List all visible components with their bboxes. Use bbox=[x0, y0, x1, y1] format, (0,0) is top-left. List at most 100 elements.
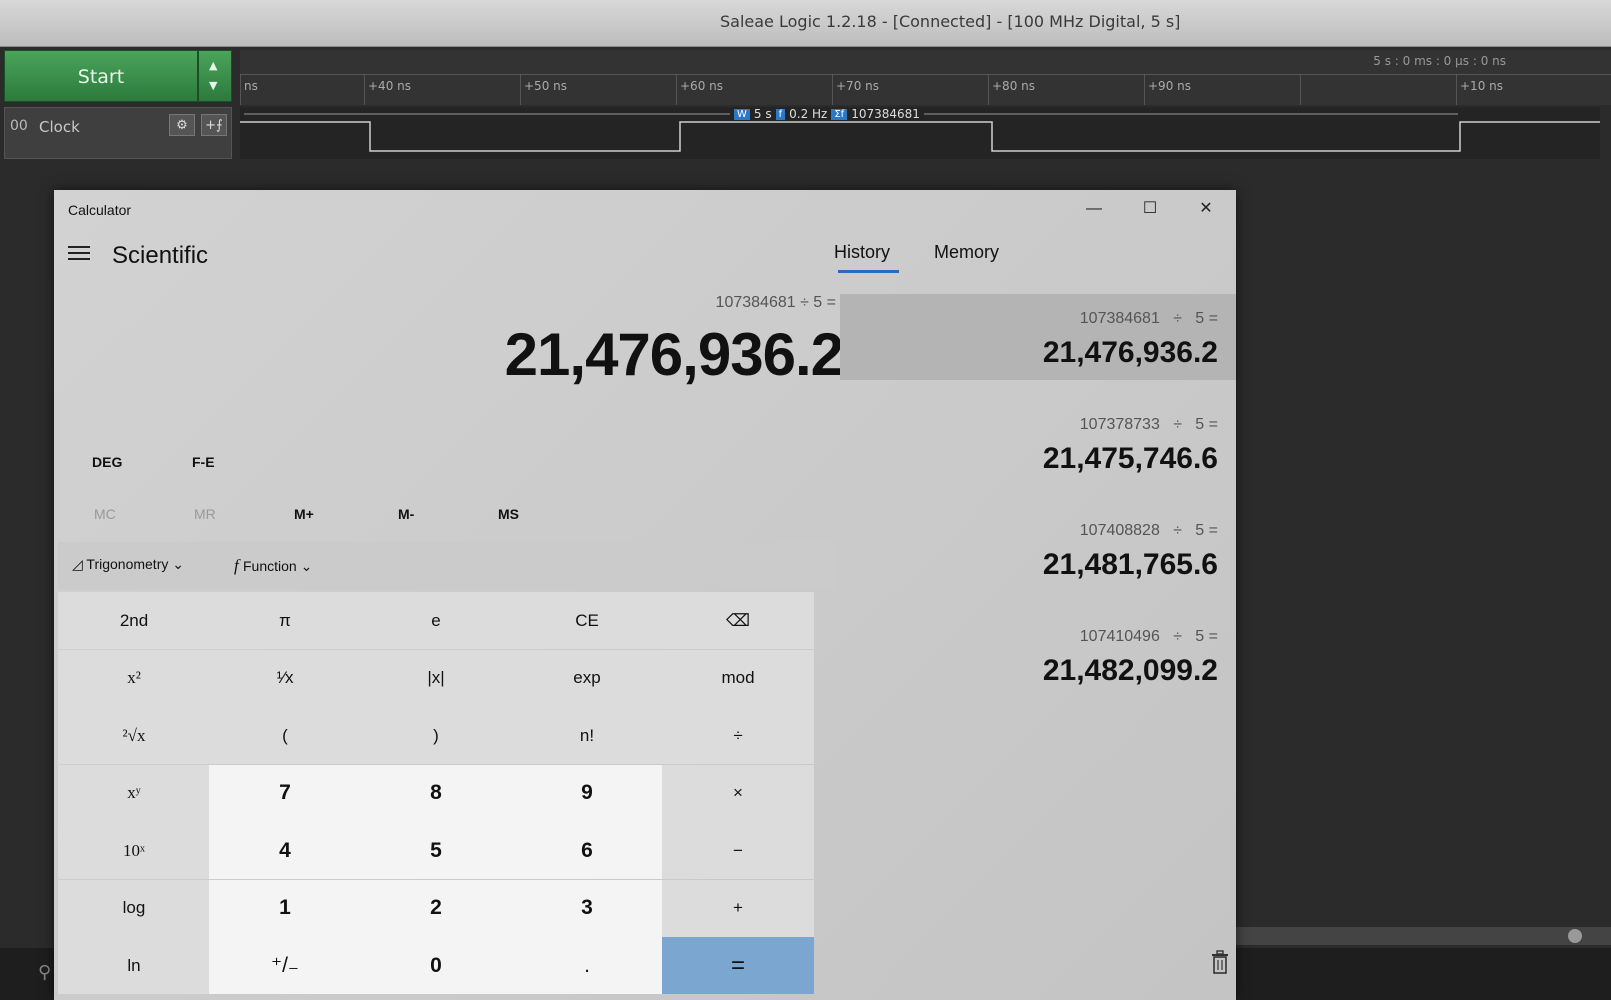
m-minus-button[interactable]: M- bbox=[398, 506, 414, 522]
tick-mark bbox=[676, 75, 677, 105]
history-expression: 107378733 ÷ 5 = bbox=[1079, 416, 1218, 433]
history-item[interactable]: 107410496 ÷ 5 = 21,482,099.2 bbox=[840, 612, 1236, 698]
window-title: Calculator bbox=[68, 202, 132, 218]
exp-button[interactable]: exp bbox=[511, 649, 663, 707]
function-dropdown[interactable]: f Function ⌄ bbox=[234, 556, 312, 576]
trash-icon[interactable] bbox=[1210, 950, 1230, 974]
horizontal-scrollbar[interactable] bbox=[1200, 927, 1611, 945]
absolute-time: 5 s : 0 ms : 0 µs : 0 ns bbox=[1373, 54, 1506, 68]
history-result: 21,475,746.6 bbox=[1042, 442, 1218, 475]
maximize-icon[interactable]: ☐ bbox=[1122, 190, 1178, 228]
clock-waveform[interactable]: W 5 s f 0.2 Hz Σf 107384681 bbox=[240, 107, 1600, 159]
tick-label: +80 ns bbox=[992, 79, 1035, 93]
square-root-button[interactable]: ²√x bbox=[58, 707, 210, 764]
frequency-icon: f bbox=[775, 108, 786, 120]
history-expression: 107384681 ÷ 5 = bbox=[1079, 310, 1218, 327]
deg-button[interactable]: DEG bbox=[92, 454, 122, 470]
m-plus-button[interactable]: M+ bbox=[294, 506, 314, 522]
hamburger-menu-icon[interactable] bbox=[68, 242, 90, 264]
tab-memory[interactable]: Memory bbox=[934, 242, 999, 263]
start-button[interactable]: Start bbox=[4, 50, 198, 102]
trigonometry-dropdown[interactable]: ◿ Trigonometry ⌄ bbox=[72, 556, 184, 573]
fe-button[interactable]: F-E bbox=[192, 454, 215, 470]
digit-3-button[interactable]: 3 bbox=[511, 879, 663, 937]
mr-button[interactable]: MR bbox=[194, 506, 216, 522]
digit-2-button[interactable]: 2 bbox=[360, 879, 512, 937]
mc-button[interactable]: MC bbox=[94, 506, 116, 522]
chevron-down-icon: ⌄ bbox=[168, 556, 184, 572]
trigger-icon[interactable]: +⨍ bbox=[201, 114, 227, 136]
pi-button[interactable]: π bbox=[209, 592, 361, 649]
close-paren-button[interactable]: ) bbox=[360, 707, 512, 764]
tick-mark bbox=[520, 75, 521, 105]
add-button[interactable]: + bbox=[662, 879, 814, 937]
subtract-button[interactable]: − bbox=[662, 822, 814, 879]
digit-0-button[interactable]: 0 bbox=[360, 937, 512, 994]
channel-row[interactable]: 00 Clock ⚙ +⨍ bbox=[4, 107, 232, 159]
scroll-knob[interactable] bbox=[1568, 929, 1582, 943]
measurement-bubble: W 5 s f 0.2 Hz Σf 107384681 bbox=[730, 107, 924, 121]
euler-e-button[interactable]: e bbox=[360, 592, 512, 649]
triangle-down-icon[interactable]: ▼ bbox=[209, 79, 217, 92]
history-expression: 107410496 ÷ 5 = bbox=[1079, 628, 1218, 645]
time-scale[interactable]: ns +40 ns +50 ns +60 ns +70 ns +80 ns +90 ns +1… bbox=[240, 74, 1611, 105]
history-item[interactable]: 107408828 ÷ 5 = 21,481,765.6 bbox=[840, 506, 1236, 592]
history-result: 21,476,936.2 bbox=[1042, 336, 1218, 369]
saleae-title: Saleae Logic 1.2.18 - [Connected] - [100… bbox=[720, 12, 1181, 31]
ms-button[interactable]: MS bbox=[498, 506, 519, 522]
trigonometry-label: Trigonometry bbox=[86, 556, 169, 572]
square-button[interactable]: x² bbox=[58, 649, 210, 707]
measure-width: 5 s bbox=[753, 107, 772, 121]
tick-mark bbox=[364, 75, 365, 105]
tick-mark bbox=[1456, 75, 1457, 105]
function-label: Function bbox=[242, 558, 297, 574]
chevron-down-icon: ⌄ bbox=[296, 558, 313, 574]
history-result: 21,481,765.6 bbox=[1042, 548, 1218, 581]
tick-label: ns bbox=[244, 79, 258, 93]
function-dropdown-bar: ◿ Trigonometry ⌄ f Function ⌄ bbox=[58, 542, 836, 590]
power-button[interactable]: xʸ bbox=[58, 764, 210, 822]
history-result: 21,482,099.2 bbox=[1042, 654, 1218, 687]
second-function-button[interactable]: 2nd bbox=[58, 592, 210, 649]
tick-label: +10 ns bbox=[1460, 79, 1503, 93]
clear-entry-button[interactable]: CE bbox=[511, 592, 663, 649]
minimize-icon[interactable]: — bbox=[1066, 190, 1122, 228]
log-button[interactable]: log bbox=[58, 879, 210, 937]
mode-title: Scientific bbox=[112, 242, 209, 269]
equals-button[interactable]: = bbox=[662, 937, 814, 994]
history-item[interactable]: 107384681 ÷ 5 = 21,476,936.2 bbox=[840, 294, 1236, 380]
start-options[interactable]: ▲ ▼ bbox=[198, 50, 232, 102]
triangle-up-icon[interactable]: ▲ bbox=[209, 59, 217, 72]
close-icon[interactable]: ✕ bbox=[1178, 190, 1234, 228]
digit-4-button[interactable]: 4 bbox=[209, 822, 361, 879]
absolute-value-button[interactable]: |x| bbox=[360, 649, 512, 707]
digit-8-button[interactable]: 8 bbox=[360, 764, 512, 822]
count-icon: Σf bbox=[831, 108, 848, 120]
digit-5-button[interactable]: 5 bbox=[360, 822, 512, 879]
search-icon[interactable]: ⚲ bbox=[38, 962, 51, 983]
factorial-button[interactable]: n! bbox=[511, 707, 663, 764]
channel-name[interactable]: Clock bbox=[39, 118, 80, 136]
open-paren-button[interactable]: ( bbox=[209, 707, 361, 764]
ln-button[interactable]: ln bbox=[58, 937, 210, 994]
divide-button[interactable]: ÷ bbox=[662, 707, 814, 764]
width-icon: W bbox=[734, 108, 750, 120]
multiply-button[interactable]: × bbox=[662, 764, 814, 822]
digit-6-button[interactable]: 6 bbox=[511, 822, 663, 879]
reciprocal-button[interactable]: ¹⁄x bbox=[209, 649, 361, 707]
negate-button[interactable]: ⁺/₋ bbox=[209, 937, 361, 994]
ten-power-button[interactable]: 10ˣ bbox=[58, 822, 210, 879]
backspace-icon[interactable]: ⌫ bbox=[662, 592, 814, 649]
tick-mark bbox=[832, 75, 833, 105]
digit-1-button[interactable]: 1 bbox=[209, 879, 361, 937]
tick-label: +50 ns bbox=[524, 79, 567, 93]
digit-7-button[interactable]: 7 bbox=[209, 764, 361, 822]
tick-label: +40 ns bbox=[368, 79, 411, 93]
gear-icon[interactable]: ⚙ bbox=[169, 114, 195, 136]
saleae-titlebar: Saleae Logic 1.2.18 - [Connected] - [100… bbox=[0, 0, 1611, 47]
digit-9-button[interactable]: 9 bbox=[511, 764, 663, 822]
history-item[interactable]: 107378733 ÷ 5 = 21,475,746.6 bbox=[840, 400, 1236, 486]
tab-history[interactable]: History bbox=[834, 242, 890, 263]
mod-button[interactable]: mod bbox=[662, 649, 814, 707]
decimal-button[interactable]: . bbox=[511, 937, 663, 994]
